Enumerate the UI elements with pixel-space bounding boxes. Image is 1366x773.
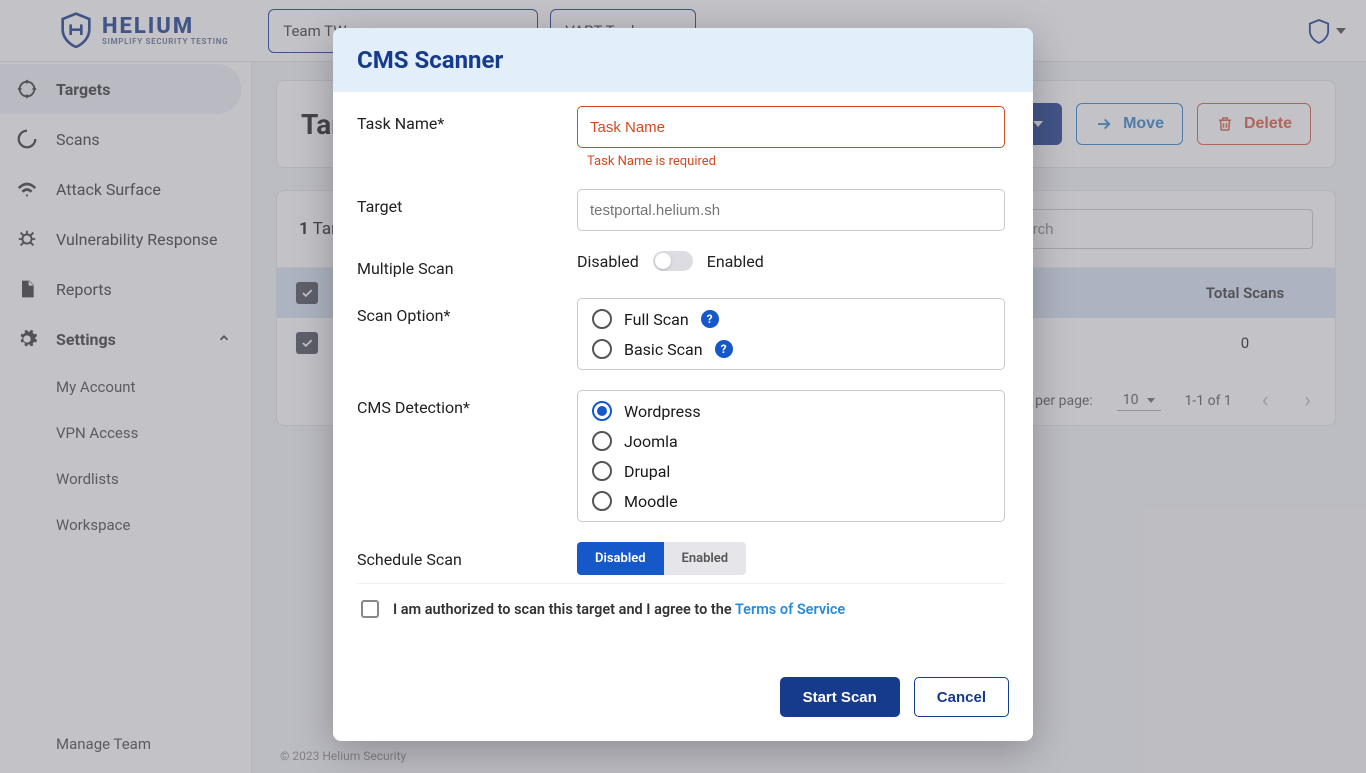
multiscan-disabled-text: Disabled bbox=[577, 252, 639, 271]
terms-of-service-link[interactable]: Terms of Service bbox=[735, 601, 845, 618]
scan-option-group: Full Scan ? Basic Scan ? bbox=[577, 298, 1005, 370]
schedule-disabled-option[interactable]: Disabled bbox=[577, 542, 664, 575]
authorize-checkbox[interactable] bbox=[361, 600, 379, 618]
cms-detection-group: Wordpress Joomla Drupal Moodle bbox=[577, 390, 1005, 522]
task-name-input[interactable] bbox=[577, 106, 1005, 148]
cms-option-drupal[interactable]: Drupal bbox=[592, 461, 990, 481]
schedule-toggle[interactable]: Disabled Enabled bbox=[577, 542, 746, 575]
radio-icon bbox=[592, 491, 612, 511]
radio-icon bbox=[592, 309, 612, 329]
multiscan-enabled-text: Enabled bbox=[707, 252, 764, 271]
cms-option-joomla[interactable]: Joomla bbox=[592, 431, 990, 451]
radio-icon bbox=[592, 401, 612, 421]
cms-option-moodle[interactable]: Moodle bbox=[592, 491, 990, 511]
schedule-enabled-option[interactable]: Enabled bbox=[664, 542, 747, 575]
scan-option-full[interactable]: Full Scan ? bbox=[592, 309, 990, 329]
target-input[interactable] bbox=[577, 189, 1005, 231]
authorize-text: I am authorized to scan this target and … bbox=[393, 601, 735, 618]
scan-option-basic[interactable]: Basic Scan ? bbox=[592, 339, 990, 359]
cms-scanner-modal: CMS Scanner Task Name* Task Name is requ… bbox=[333, 28, 1033, 741]
target-label: Target bbox=[357, 189, 557, 231]
modal-title: CMS Scanner bbox=[333, 28, 1033, 92]
task-name-error: Task Name is required bbox=[587, 154, 1005, 169]
task-name-label: Task Name* bbox=[357, 106, 557, 169]
start-scan-button[interactable]: Start Scan bbox=[780, 677, 900, 717]
authorize-row: I am authorized to scan this target and … bbox=[357, 583, 1005, 636]
schedule-scan-label: Schedule Scan bbox=[357, 542, 557, 575]
multiple-scan-label: Multiple Scan bbox=[357, 251, 557, 278]
radio-icon bbox=[592, 339, 612, 359]
cms-detection-label: CMS Detection* bbox=[357, 390, 557, 522]
cancel-button[interactable]: Cancel bbox=[914, 677, 1009, 717]
cms-option-wordpress[interactable]: Wordpress bbox=[592, 401, 990, 421]
multiscan-toggle[interactable] bbox=[653, 251, 693, 271]
radio-icon bbox=[592, 461, 612, 481]
help-icon[interactable]: ? bbox=[701, 310, 719, 328]
help-icon[interactable]: ? bbox=[715, 340, 733, 358]
scan-option-label: Scan Option* bbox=[357, 298, 557, 370]
radio-icon bbox=[592, 431, 612, 451]
